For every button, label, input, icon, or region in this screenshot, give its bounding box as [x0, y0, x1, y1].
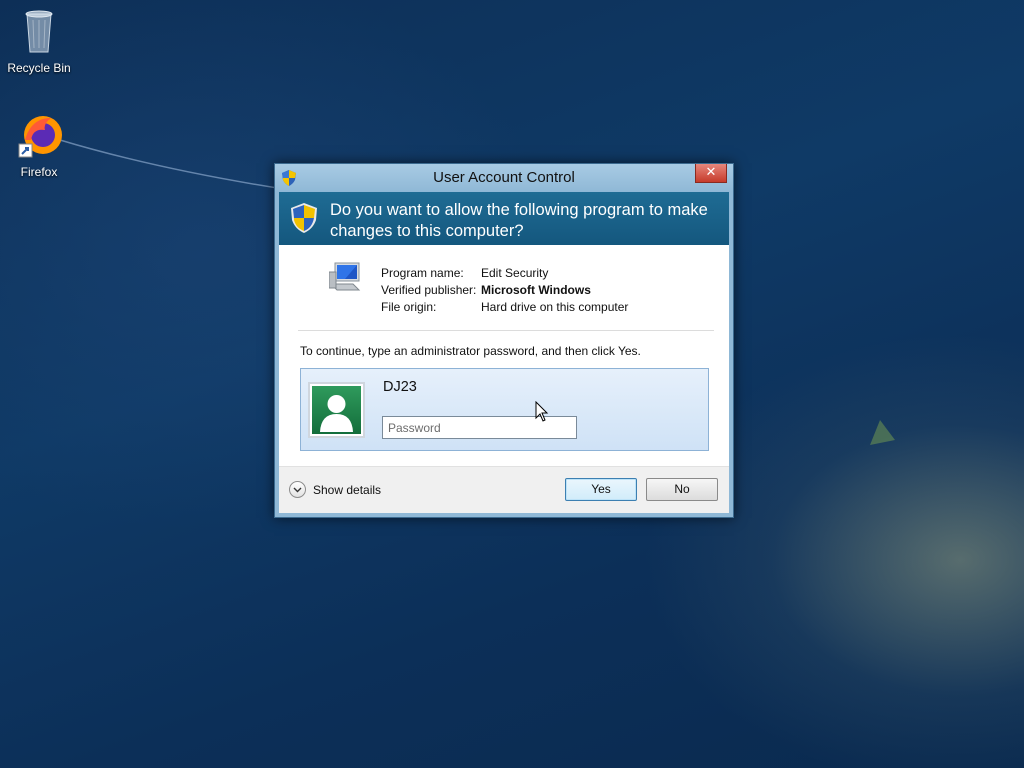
file-origin-value: Hard drive on this computer: [481, 300, 629, 314]
desktop-icon-recycle-bin[interactable]: Recycle Bin: [4, 6, 74, 75]
yes-button[interactable]: Yes: [565, 478, 637, 501]
program-info: Program name: Edit Security Verified publ…: [381, 266, 628, 317]
program-computer-icon: [329, 262, 361, 291]
dialog-footer: Show details Yes No: [279, 466, 729, 513]
chevron-down-icon: [289, 481, 306, 498]
divider: [298, 330, 714, 331]
program-name-row: Program name: Edit Security: [381, 266, 628, 283]
no-button[interactable]: No: [646, 478, 718, 501]
uac-dialog: User Account Control ✕ Do you want to al…: [274, 163, 734, 518]
publisher-label: Verified publisher:: [381, 283, 477, 297]
instruction-text: To continue, type an administrator passw…: [300, 344, 641, 358]
recycle-bin-label: Recycle Bin: [7, 61, 71, 75]
recycle-bin-icon: [25, 10, 53, 53]
mouse-cursor-icon: [535, 401, 549, 422]
show-details-toggle[interactable]: Show details: [289, 481, 381, 498]
program-name-value: Edit Security: [481, 266, 549, 280]
publisher-row: Verified publisher: Microsoft Windows: [381, 283, 628, 300]
file-origin-label: File origin:: [381, 300, 437, 314]
desktop-icon-firefox[interactable]: Firefox: [4, 110, 74, 179]
dialog-title: User Account Control: [433, 169, 575, 186]
firefox-icon: [18, 116, 62, 158]
uac-shield-icon: [291, 203, 317, 233]
user-icon: [312, 386, 361, 434]
titlebar[interactable]: User Account Control ✕: [275, 164, 733, 192]
file-origin-row: File origin: Hard drive on this computer: [381, 300, 628, 317]
avatar: [308, 382, 365, 438]
question-text: Do you want to allow the following progr…: [330, 201, 708, 240]
publisher-value: Microsoft Windows: [481, 283, 591, 297]
desktop: Recycle Bin Firefox User Account Control…: [0, 0, 1024, 768]
program-name-label: Program name:: [381, 266, 464, 280]
close-button[interactable]: ✕: [695, 164, 727, 183]
dialog-body: Do you want to allow the following progr…: [279, 192, 729, 513]
firefox-label: Firefox: [20, 165, 58, 179]
credential-tile[interactable]: DJ23: [300, 368, 709, 451]
show-details-label: Show details: [313, 482, 382, 497]
username: DJ23: [383, 379, 417, 395]
question-banner: Do you want to allow the following progr…: [279, 192, 729, 245]
